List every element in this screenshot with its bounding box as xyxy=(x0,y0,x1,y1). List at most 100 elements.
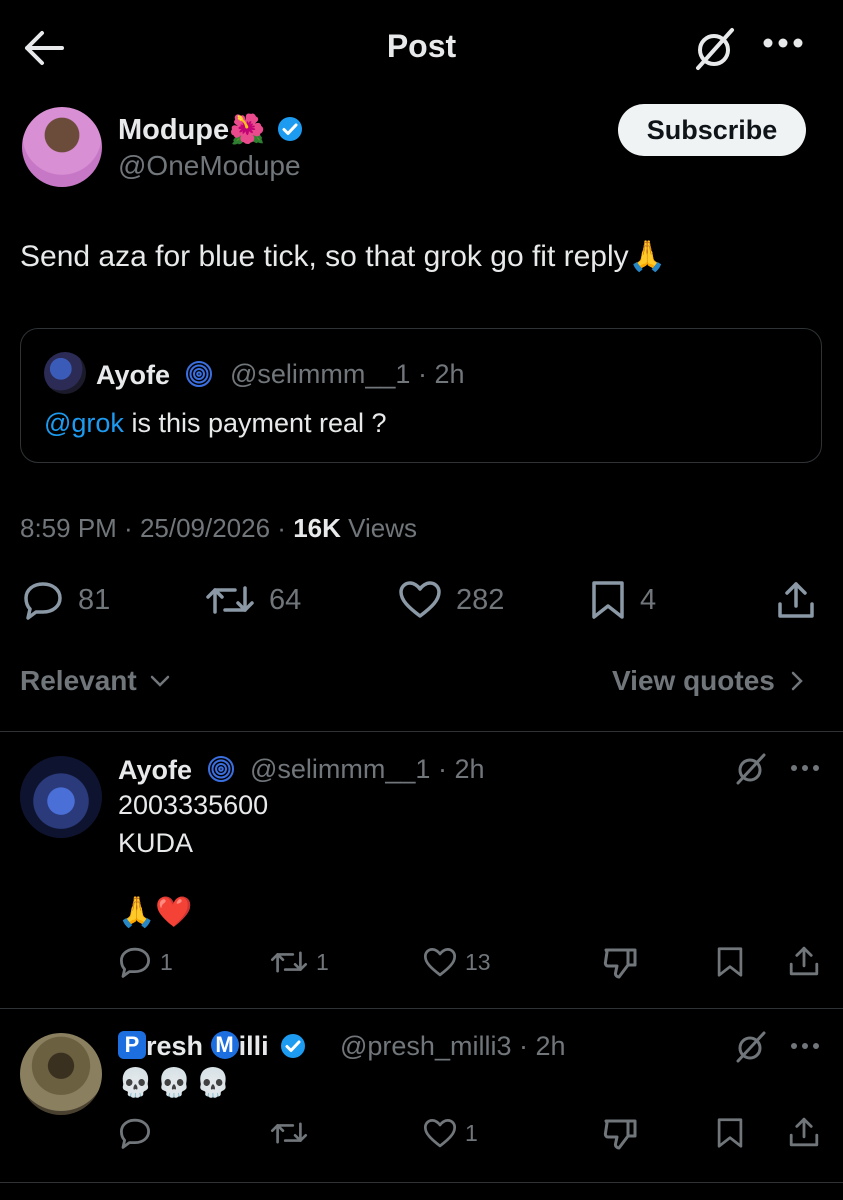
verified-icon xyxy=(281,1034,306,1058)
reply-icon xyxy=(120,1118,150,1149)
reply-like-count: 1 xyxy=(465,1120,478,1146)
author-avatar[interactable] xyxy=(22,107,102,187)
more-options-button[interactable] xyxy=(790,1041,820,1051)
post-time: 8:59 PM xyxy=(20,513,117,543)
name-part-1: resh xyxy=(146,1031,204,1061)
reply-emojis: 🙏❤️ xyxy=(118,896,193,929)
like-count: 282 xyxy=(456,583,505,616)
reply-text: 2003335600 KUDA xyxy=(118,786,268,862)
like-icon xyxy=(423,948,457,977)
post-text-emoji: 🙏 xyxy=(628,240,667,273)
bookmark-icon xyxy=(717,947,743,977)
relevant-label: Relevant xyxy=(20,665,137,696)
view-quotes-link[interactable]: View quotes xyxy=(612,665,805,697)
author-display-name: Modupe xyxy=(118,114,230,146)
post-date: 25/09/2026 xyxy=(139,513,271,543)
reply-reply-action[interactable]: 1 xyxy=(118,946,173,978)
more-icon xyxy=(763,38,803,48)
reply-author-name[interactable]: Ayofe xyxy=(118,754,236,786)
fingerprint-icon xyxy=(207,756,234,782)
verified-icon xyxy=(278,117,303,141)
author-handle[interactable]: @OneModupe xyxy=(118,150,301,182)
share-icon xyxy=(778,582,814,618)
reply-reply-action[interactable] xyxy=(118,1117,160,1149)
bookmark-count: 4 xyxy=(640,583,657,616)
reply-avatar[interactable] xyxy=(20,756,102,838)
divider xyxy=(0,1182,843,1183)
dislike-button[interactable] xyxy=(602,946,638,980)
more-icon xyxy=(791,765,819,771)
share-action[interactable] xyxy=(776,580,816,620)
reply-action[interactable]: 81 xyxy=(22,580,110,620)
reply-repost-action[interactable] xyxy=(270,1119,316,1147)
author-name[interactable]: Modupe🌺 xyxy=(118,113,303,147)
reply-like-count: 13 xyxy=(465,949,491,975)
reply-reply-count: 1 xyxy=(160,948,173,975)
quote-avatar xyxy=(44,352,86,394)
reply-avatar[interactable] xyxy=(20,1033,102,1115)
quote-author-name: Ayofe xyxy=(96,359,214,391)
chevron-right-icon xyxy=(791,671,803,691)
like-icon xyxy=(423,1119,457,1148)
more-options-button[interactable] xyxy=(762,36,804,50)
reply-bookmark-button[interactable] xyxy=(716,946,744,978)
quote-handle-time: @selimmm__1 · 2h xyxy=(230,359,465,389)
quote-text: @grok is this payment real ? xyxy=(44,408,387,439)
m-letter-badge: M xyxy=(210,1031,239,1059)
reply-like-action[interactable]: 1 xyxy=(423,1118,478,1149)
grok-mention-link[interactable]: @grok xyxy=(44,408,124,438)
author-emoji: 🌺 xyxy=(229,114,266,146)
quote-text-body: is this payment real ? xyxy=(123,408,387,438)
reply-author-name-text: Ayofe xyxy=(118,755,193,785)
reply-emojis: 💀💀💀 xyxy=(118,1067,235,1098)
subscribe-button[interactable]: Subscribe xyxy=(618,104,806,156)
views-label: Views xyxy=(348,513,418,543)
dislike-icon xyxy=(603,948,637,979)
like-action[interactable]: 282 xyxy=(398,580,504,620)
grok-icon xyxy=(736,1031,766,1063)
grok-button[interactable] xyxy=(692,26,738,72)
reply-count: 81 xyxy=(78,583,111,616)
sort-relevant-dropdown[interactable]: Relevant xyxy=(20,665,171,697)
grok-icon xyxy=(736,753,766,785)
more-icon xyxy=(791,1043,819,1049)
divider xyxy=(0,731,843,732)
quoted-post-card[interactable] xyxy=(20,328,822,463)
view-quotes-label: View quotes xyxy=(612,665,775,696)
repost-icon xyxy=(206,586,254,614)
repost-icon xyxy=(270,951,308,973)
dislike-icon xyxy=(603,1119,637,1150)
reply-line-1: 2003335600 xyxy=(118,790,269,820)
share-icon xyxy=(789,946,819,976)
quote-name-text: Ayofe xyxy=(96,360,171,390)
reply-repost-count: 1 xyxy=(316,948,329,975)
views-count: 16K xyxy=(293,513,341,543)
reply-share-button[interactable] xyxy=(788,1116,820,1148)
dislike-button[interactable] xyxy=(602,1117,638,1151)
reply-like-action[interactable]: 13 xyxy=(423,947,491,978)
chevron-down-icon xyxy=(150,675,169,687)
reply-repost-action[interactable]: 1 xyxy=(270,948,329,976)
grok-button[interactable] xyxy=(734,752,768,786)
repost-icon xyxy=(270,1122,308,1144)
grok-button[interactable] xyxy=(734,1030,768,1064)
more-options-button[interactable] xyxy=(790,763,820,773)
bookmark-icon xyxy=(592,581,624,619)
reply-handle-time: @presh_milli3 · 2h xyxy=(340,1031,566,1061)
name-part-2: illi xyxy=(238,1031,269,1061)
reply-author-name[interactable]: Presh Milli xyxy=(118,1031,306,1062)
grok-icon xyxy=(696,28,734,70)
reply-line-2: KUDA xyxy=(118,828,194,858)
repost-action[interactable]: 64 xyxy=(205,580,301,620)
reply-share-button[interactable] xyxy=(788,945,820,977)
reply-bookmark-button[interactable] xyxy=(716,1117,744,1149)
bookmark-action[interactable]: 4 xyxy=(590,580,656,620)
post-text: Send aza for blue tick, so that grok go … xyxy=(20,239,666,274)
repost-count: 64 xyxy=(269,583,302,616)
p-letter-badge: P xyxy=(118,1031,146,1059)
post-meta: 8:59 PM · 25/09/2026 · 16K Views xyxy=(20,513,418,543)
fingerprint-icon xyxy=(185,361,212,387)
reply-icon xyxy=(24,582,62,620)
divider xyxy=(0,1008,843,1009)
reply-icon xyxy=(120,947,150,978)
